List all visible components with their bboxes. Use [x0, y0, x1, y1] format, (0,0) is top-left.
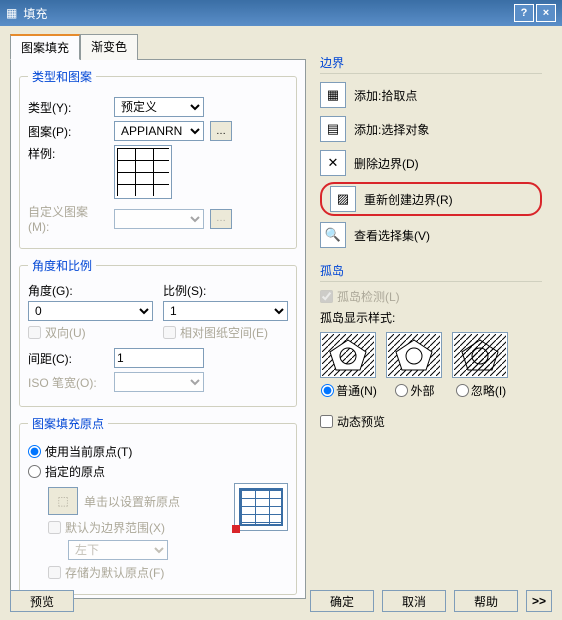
origin-current-radio[interactable]: [28, 445, 41, 458]
store-default-label: 存储为默认原点(F): [65, 564, 164, 581]
pick-points-icon: ▦: [320, 82, 346, 108]
iso-select: [114, 372, 204, 392]
angle-label: 角度(G):: [28, 282, 153, 299]
iso-label: ISO 笔宽(O):: [28, 374, 108, 391]
right-panel: 边界 ▦添加:拾取点 ▤添加:选择对象 ✕删除边界(D) ▨重新创建边界(R) …: [320, 34, 542, 599]
type-label: 类型(Y):: [28, 99, 108, 116]
ok-button[interactable]: 确定: [310, 590, 374, 612]
custom-pattern-select: [114, 209, 204, 229]
close-icon[interactable]: ×: [536, 4, 556, 22]
pattern-label: 图案(P):: [28, 123, 108, 140]
scale-select[interactable]: 1: [163, 301, 288, 321]
island-normal-img[interactable]: [320, 332, 376, 378]
default-extent-checkbox: [48, 521, 61, 534]
add-pick-points-button[interactable]: ▦添加:拾取点: [320, 80, 542, 110]
sample-label: 样例:: [28, 145, 108, 162]
delete-icon: ✕: [320, 150, 346, 176]
set-origin-button: ⬚: [48, 487, 78, 515]
island-detect-checkbox: [320, 290, 333, 303]
default-extent-label: 默认为边界范围(X): [65, 519, 165, 536]
select-obj-icon: ▤: [320, 116, 346, 142]
group-angle-scale: 角度和比例 角度(G): 0 双向(U) 比例(S): 1 相对图纸空间(E) …: [19, 257, 297, 407]
spacing-input[interactable]: [114, 348, 204, 368]
pattern-select[interactable]: APPIANRN: [114, 121, 204, 141]
view-selection-button[interactable]: 🔍查看选择集(V): [320, 220, 542, 250]
store-default-checkbox: [48, 566, 61, 579]
origin-specified-radio[interactable]: [28, 465, 41, 478]
app-icon: ▦: [6, 6, 17, 20]
island-detect-label: 孤岛检测(L): [337, 288, 400, 305]
set-origin-label: 单击以设置新原点: [84, 493, 180, 510]
paperspace-checkbox: [163, 326, 176, 339]
tab-body: 类型和图案 类型(Y): 预定义 图案(P): APPIANRN … 样例: 自…: [10, 59, 306, 599]
dynamic-preview-checkbox[interactable]: [320, 415, 333, 428]
help-button[interactable]: 帮助: [454, 590, 518, 612]
island-normal-radio[interactable]: [321, 384, 334, 397]
expand-button[interactable]: >>: [526, 590, 552, 612]
spacing-label: 间距(C):: [28, 350, 108, 367]
bidir-label: 双向(U): [45, 324, 86, 341]
group-type-pattern: 类型和图案 类型(Y): 预定义 图案(P): APPIANRN … 样例: 自…: [19, 68, 297, 249]
titlebar: ▦ 填充 ? ×: [0, 0, 562, 26]
custom-pattern-browse-button: …: [210, 209, 232, 229]
origin-specified-label: 指定的原点: [45, 463, 105, 480]
window-title: 填充: [23, 5, 47, 22]
islands-title: 孤岛: [320, 262, 542, 282]
sample-swatch[interactable]: [114, 145, 172, 199]
paperspace-label: 相对图纸空间(E): [180, 324, 268, 341]
custom-pattern-label: 自定义图案(M):: [28, 203, 108, 234]
help-icon[interactable]: ?: [514, 4, 534, 22]
tab-strip: 图案填充 渐变色: [10, 34, 306, 60]
type-select[interactable]: 预定义: [114, 97, 204, 117]
add-select-objects-button[interactable]: ▤添加:选择对象: [320, 114, 542, 144]
bidir-checkbox: [28, 326, 41, 339]
tab-hatch[interactable]: 图案填充: [10, 34, 80, 60]
delete-boundary-button[interactable]: ✕删除边界(D): [320, 148, 542, 178]
island-style-row: 普通(N) 外部 忽略(I): [320, 332, 542, 399]
preview-button[interactable]: 预览: [10, 590, 74, 612]
scale-label: 比例(S):: [163, 282, 288, 299]
legend-type-pattern: 类型和图案: [28, 68, 96, 85]
legend-angle-scale: 角度和比例: [28, 257, 96, 274]
origin-position-select: 左下: [68, 540, 168, 560]
boundary-title: 边界: [320, 54, 542, 74]
left-panel: 图案填充 渐变色 类型和图案 类型(Y): 预定义 图案(P): APPIANR…: [10, 34, 306, 599]
recreate-icon: ▨: [330, 186, 356, 212]
origin-current-label: 使用当前原点(T): [45, 443, 132, 460]
view-sel-icon: 🔍: [320, 222, 346, 248]
angle-select[interactable]: 0: [28, 301, 153, 321]
island-display-label: 孤岛显示样式:: [320, 309, 542, 326]
legend-origin: 图案填充原点: [28, 415, 108, 432]
island-outer-img[interactable]: [386, 332, 442, 378]
cancel-button[interactable]: 取消: [382, 590, 446, 612]
origin-preview: [234, 483, 288, 531]
footer: 预览 确定 取消 帮助 >>: [10, 590, 552, 612]
tab-gradient[interactable]: 渐变色: [80, 34, 138, 60]
island-ignore-radio[interactable]: [456, 384, 469, 397]
pattern-browse-button[interactable]: …: [210, 121, 232, 141]
island-ignore-img[interactable]: [452, 332, 508, 378]
group-origin: 图案填充原点 使用当前原点(T) 指定的原点 ⬚ 单击以设置新原点 默认为边界范围…: [19, 415, 297, 595]
island-outer-radio[interactable]: [395, 384, 408, 397]
dynamic-preview-label: 动态预览: [337, 413, 385, 430]
recreate-boundary-button[interactable]: ▨重新创建边界(R): [320, 182, 542, 216]
